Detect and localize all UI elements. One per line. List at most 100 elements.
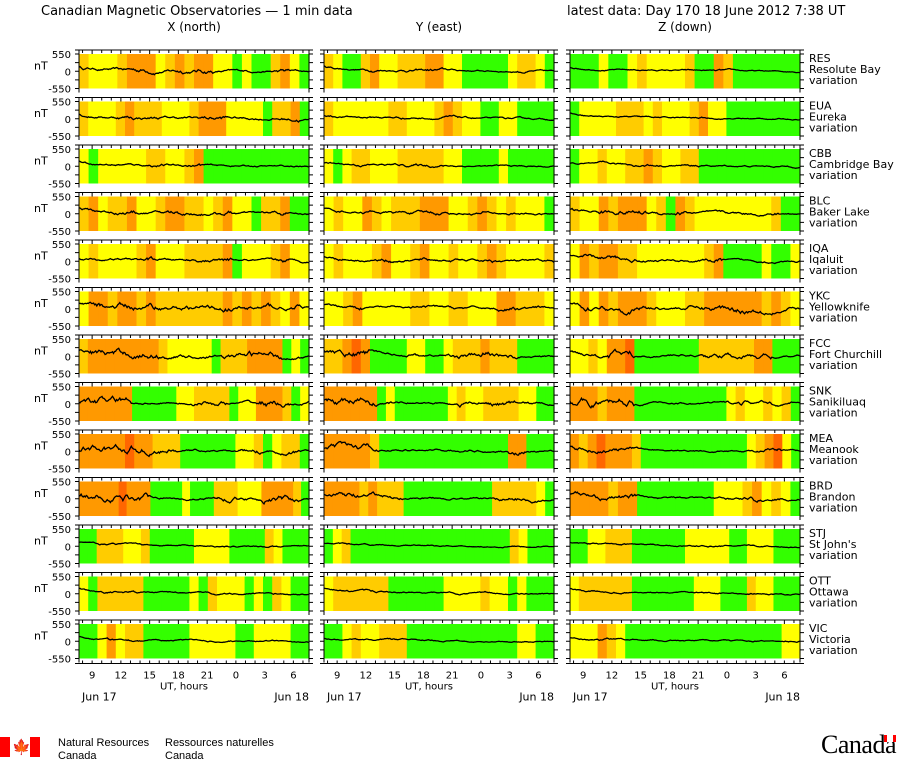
activity-band [416, 576, 426, 611]
panel-snk-x: 550 0 -550 nT [34, 382, 313, 428]
activity-band [371, 291, 383, 326]
y-tick-label: 0 [65, 67, 71, 78]
activity-band [155, 196, 166, 231]
activity-band [662, 101, 672, 136]
panel-iqa-x: 550 0 -550 nT [34, 239, 313, 286]
activity-band [570, 339, 580, 374]
activity-band [394, 386, 405, 421]
activity-band [419, 196, 431, 231]
panel-mea-y [320, 429, 558, 473]
activity-band [623, 434, 633, 469]
activity-band [606, 149, 617, 184]
activity-band [251, 244, 262, 279]
activity-band [161, 101, 172, 136]
activity-band [251, 196, 262, 231]
activity-band [134, 576, 144, 611]
activity-band [351, 624, 362, 659]
activity-band [634, 101, 645, 136]
activity-band [471, 576, 481, 611]
activity-band [97, 434, 108, 469]
activity-band [102, 481, 112, 516]
activity-band [625, 624, 635, 659]
activity-band [324, 481, 334, 516]
activity-band [88, 576, 98, 611]
x-tick-label: 9 [89, 671, 95, 682]
activity-band [79, 529, 89, 564]
activity-band [419, 244, 431, 279]
activity-band [443, 54, 454, 89]
activity-band [616, 101, 626, 136]
activity-band [324, 576, 334, 611]
x-tick-label: 9 [334, 671, 340, 682]
x-tick-label: 0 [478, 671, 484, 682]
x-end-date-label: Jun 18 [273, 691, 309, 704]
activity-band [640, 434, 651, 469]
activity-band [614, 529, 624, 564]
activity-band [165, 244, 176, 279]
activity-band [350, 529, 360, 564]
activity-band [333, 291, 344, 326]
activity-band [324, 624, 334, 659]
activity-band [480, 101, 491, 136]
activity-band [158, 339, 169, 374]
activity-band [782, 434, 792, 469]
activity-band [79, 101, 89, 136]
panel-brd-z [566, 477, 804, 520]
activity-band [342, 576, 353, 611]
activity-band [98, 291, 109, 326]
activity-band [790, 101, 801, 136]
activity-band [643, 624, 654, 659]
activity-band [588, 101, 599, 136]
y-tick-label: -550 [48, 275, 71, 286]
activity-band [570, 481, 581, 516]
activity-band [377, 481, 387, 516]
x-tick-label: 18 [417, 671, 430, 682]
y-tick-label: 550 [52, 383, 71, 394]
activity-band [489, 101, 500, 136]
activity-band [467, 244, 478, 279]
activity-band [579, 196, 590, 231]
activity-band [467, 291, 478, 326]
activity-band [377, 529, 387, 564]
activity-band [105, 529, 115, 564]
activity-band [194, 291, 205, 326]
activity-band [761, 244, 772, 279]
activity-band [136, 244, 147, 279]
activity-band [333, 576, 343, 611]
x-start-date-label: Jun 17 [572, 691, 608, 704]
activity-band [360, 624, 371, 659]
activity-band [496, 291, 507, 326]
activity-band [341, 481, 352, 516]
y-tick-label: -550 [48, 655, 71, 666]
activity-band [675, 481, 686, 516]
activity-band [152, 576, 163, 611]
activity-band [616, 149, 626, 184]
activity-band [597, 149, 608, 184]
activity-band [570, 434, 580, 469]
activity-band [352, 196, 363, 231]
activity-band [226, 101, 236, 136]
activity-band [98, 54, 109, 89]
activity-band [694, 196, 705, 231]
footer: 🍁 Natural Resources Canada Ressources na… [0, 728, 900, 770]
activity-band [623, 576, 633, 611]
activity-band [251, 54, 262, 89]
activity-band [146, 244, 157, 279]
department-name-english: Natural Resources Canada [58, 737, 150, 762]
y-tick-label: 550 [52, 145, 71, 156]
activity-band [114, 529, 124, 564]
y-tick-label: 550 [52, 240, 71, 251]
y-tick-label: 0 [65, 542, 71, 553]
x-tick-label: 18 [172, 671, 185, 682]
latest-data-label: latest data: Day 170 18 June 2012 7:38 U… [567, 4, 845, 19]
activity-band [97, 101, 108, 136]
activity-band [222, 291, 233, 326]
activity-band [671, 101, 681, 136]
activity-band [742, 291, 753, 326]
activity-band [142, 481, 151, 516]
activity-band [299, 624, 310, 659]
activity-band [189, 101, 200, 136]
activity-band [646, 54, 657, 89]
activity-band [253, 434, 264, 469]
panel-res-y [320, 49, 558, 93]
